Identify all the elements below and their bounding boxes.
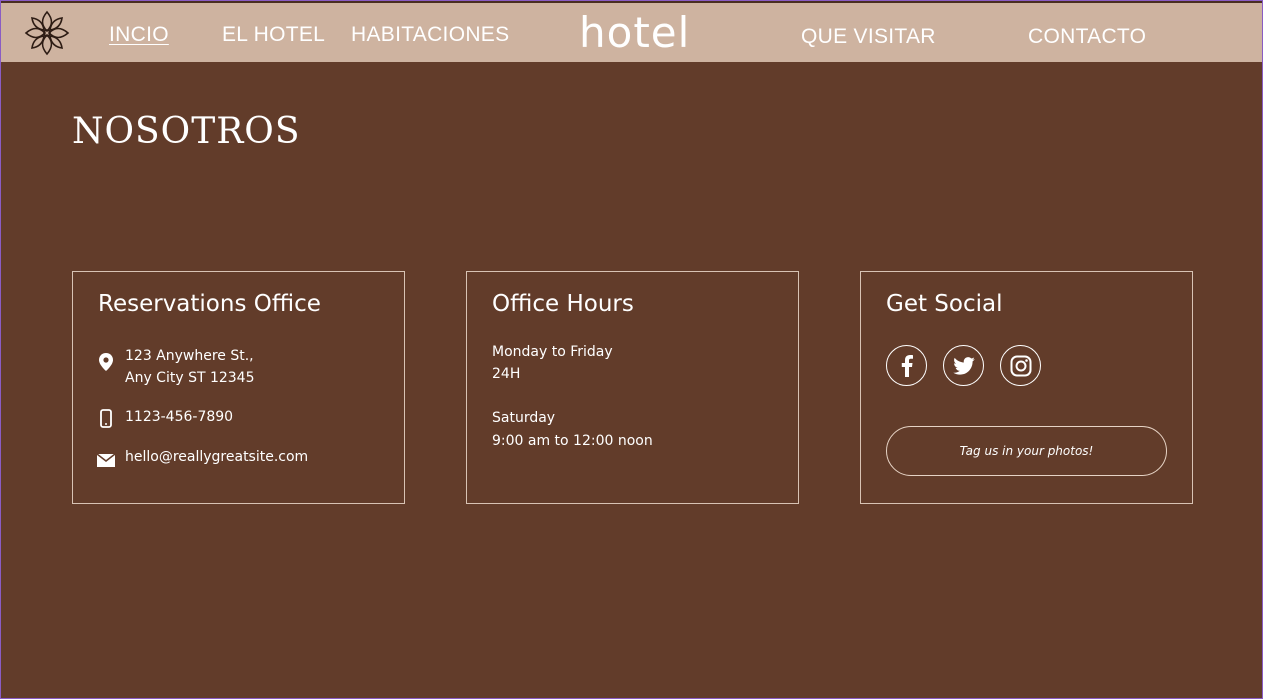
- email-row: hello@reallygreatsite.com: [97, 449, 308, 470]
- office-hours-card: Office Hours Monday to Friday 24H Saturd…: [466, 271, 799, 504]
- location-pin-icon: [97, 352, 115, 372]
- address-line-2: Any City ST 12345: [125, 370, 255, 386]
- nav-link-contacto[interactable]: CONTACTO: [1028, 25, 1146, 49]
- weekday-label: Monday to Friday: [492, 344, 613, 360]
- office-hours-title: Office Hours: [492, 291, 634, 317]
- hotel-logo-icon[interactable]: [23, 9, 71, 57]
- page-title: NOSOTROS: [72, 111, 301, 152]
- address-line-1: 123 Anywhere St.,: [125, 348, 254, 364]
- saturday-hours: 9:00 am to 12:00 noon: [492, 433, 653, 449]
- phone-number[interactable]: 1123-456-7890: [125, 406, 233, 428]
- twitter-icon[interactable]: [943, 345, 984, 386]
- email-address[interactable]: hello@reallygreatsite.com: [125, 446, 308, 468]
- nav-link-inicio[interactable]: INCIO: [109, 23, 169, 47]
- brand-wordmark[interactable]: hotel: [579, 9, 690, 57]
- phone-icon: [97, 408, 115, 428]
- address-row: 123 Anywhere St., Any City ST 12345: [97, 348, 255, 389]
- phone-row: 1123-456-7890: [97, 408, 233, 428]
- get-social-title: Get Social: [886, 291, 1003, 317]
- reservations-title: Reservations Office: [98, 291, 321, 317]
- top-navbar: INCIO EL HOTEL HABITACIONES hotel QUE VI…: [1, 1, 1262, 62]
- nav-link-habitaciones[interactable]: HABITACIONES: [351, 23, 509, 47]
- tag-photos-button[interactable]: Tag us in your photos!: [886, 426, 1167, 476]
- get-social-card: Get Social Tag us in your photos!: [860, 271, 1193, 504]
- weekday-hours: 24H: [492, 366, 521, 382]
- instagram-icon[interactable]: [1000, 345, 1041, 386]
- facebook-icon[interactable]: [886, 345, 927, 386]
- nav-link-el-hotel[interactable]: EL HOTEL: [222, 23, 325, 47]
- mail-icon: [97, 450, 115, 470]
- reservations-card: Reservations Office 123 Anywhere St., An…: [72, 271, 405, 504]
- nav-link-que-visitar[interactable]: QUE VISITAR: [801, 25, 936, 49]
- saturday-label: Saturday: [492, 410, 556, 426]
